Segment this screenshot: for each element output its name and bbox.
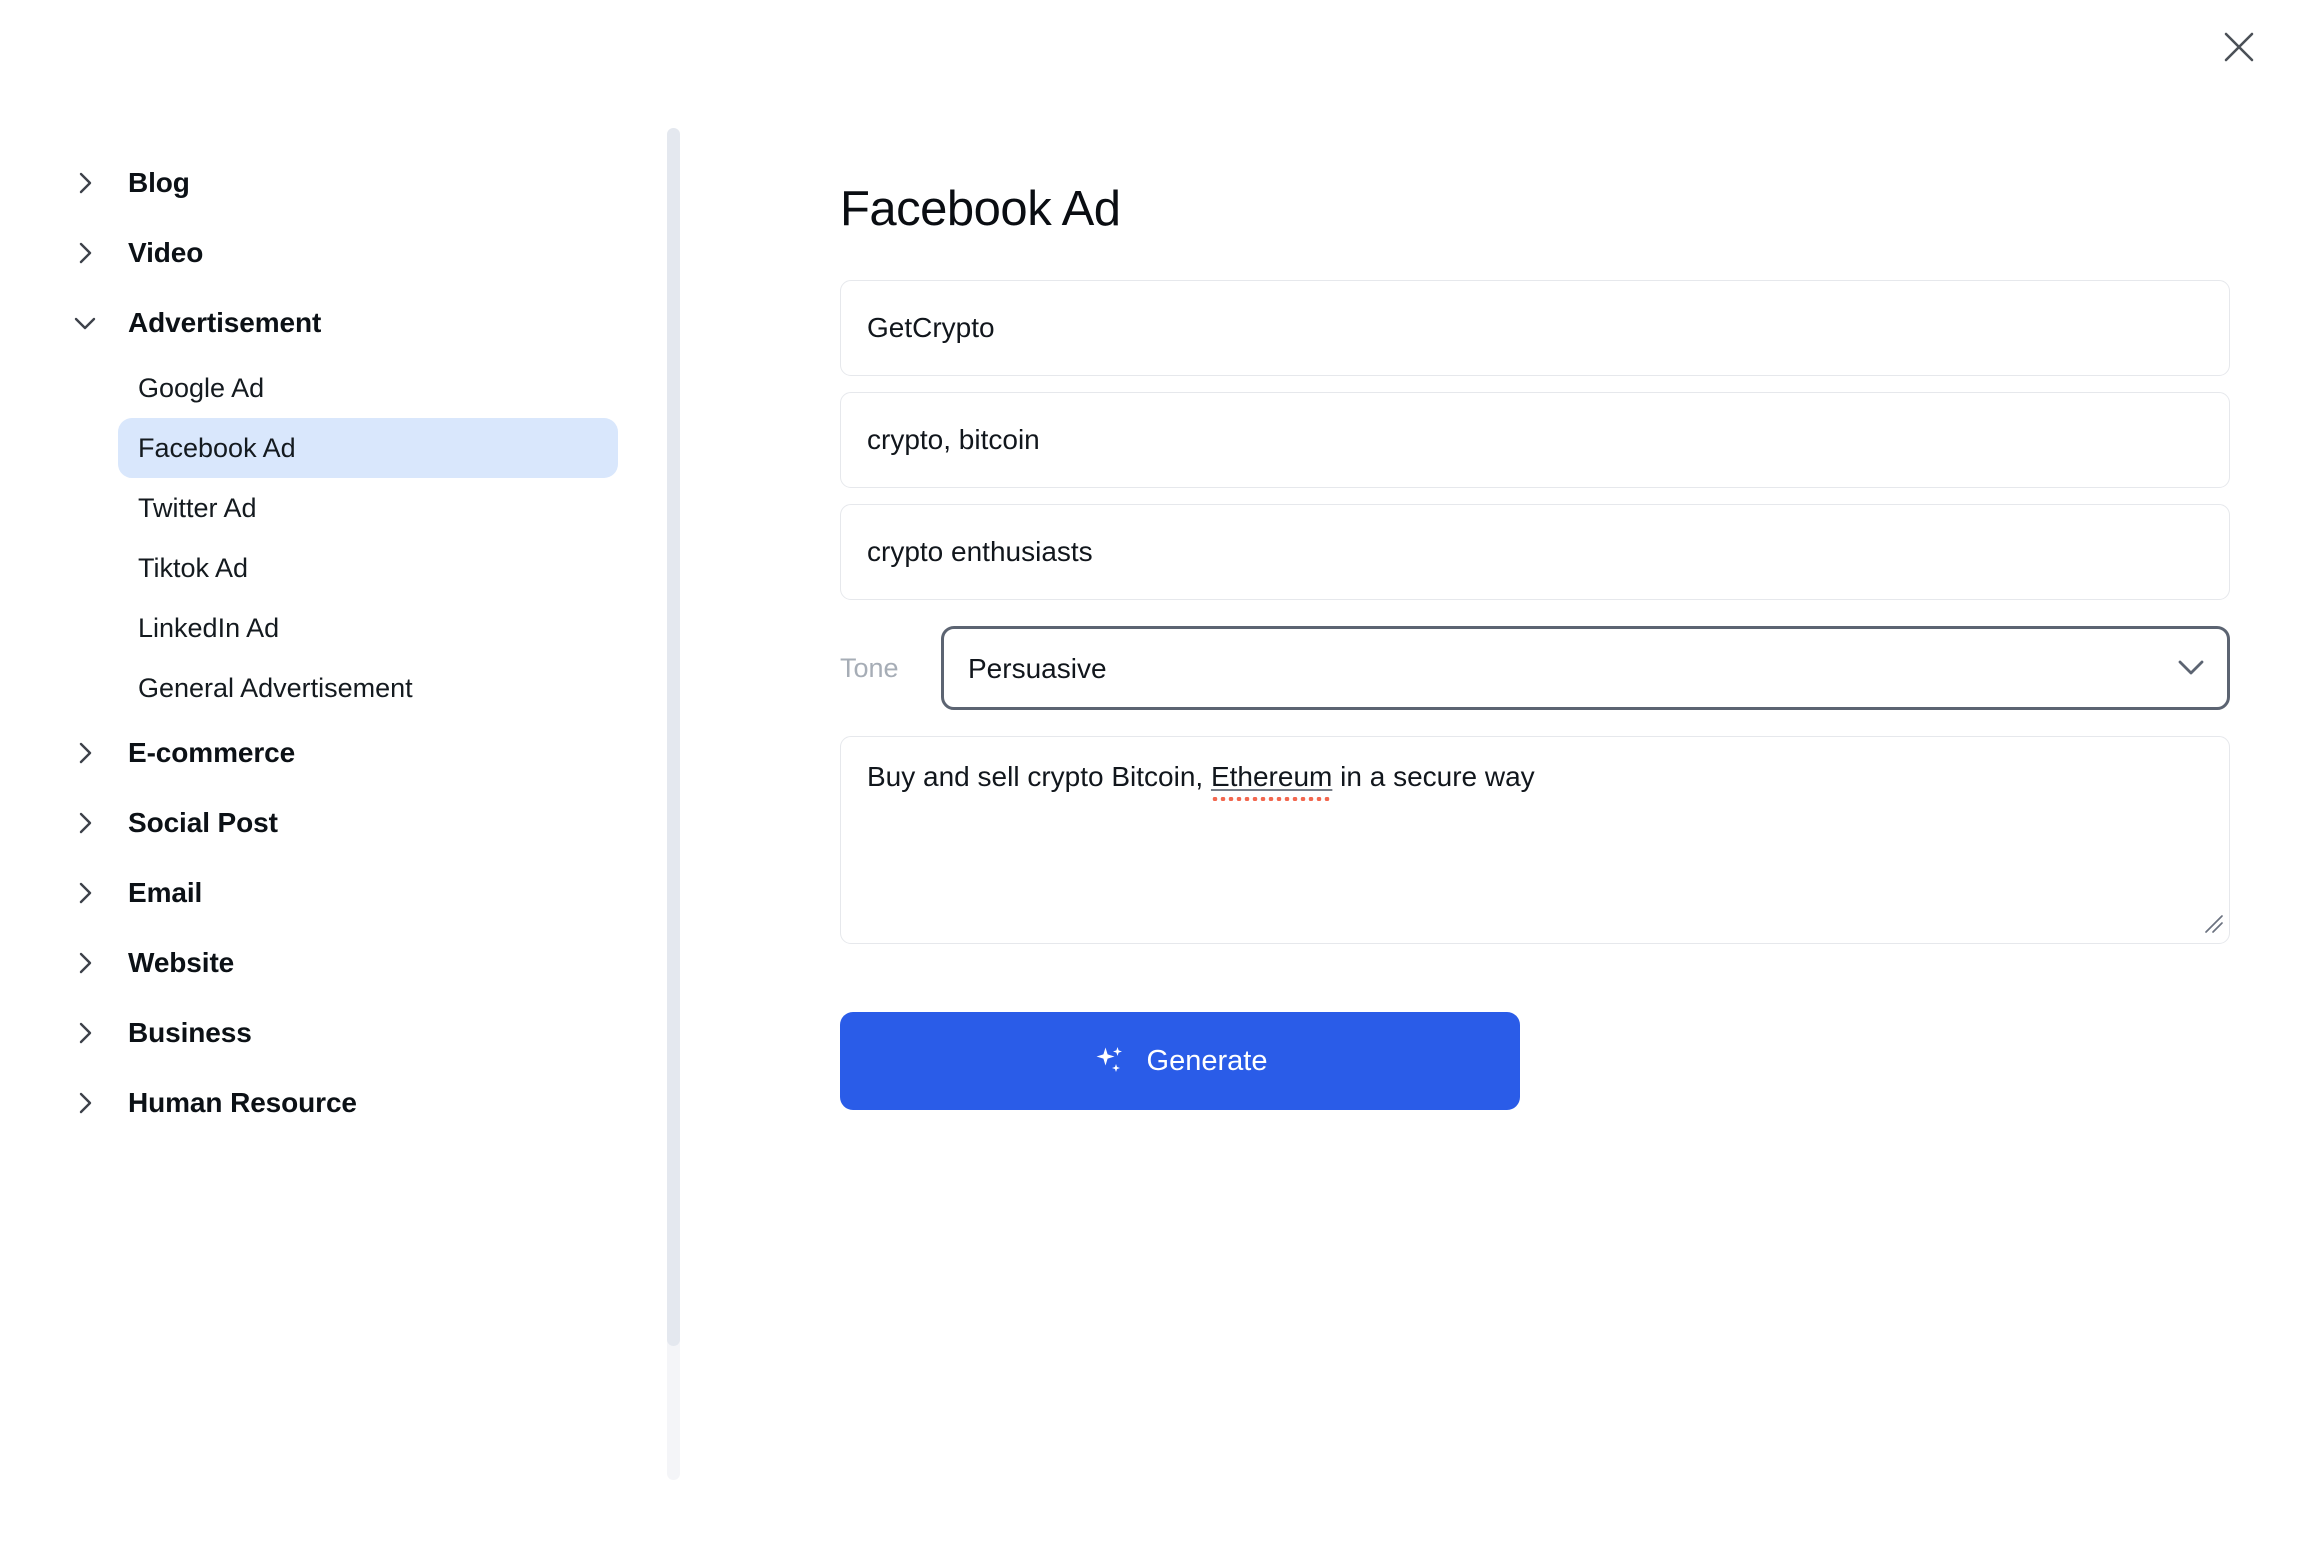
keywords-input[interactable] <box>840 392 2230 488</box>
sidebar-group-label: Social Post <box>128 807 278 838</box>
sidebar-group-label: E-commerce <box>128 737 296 768</box>
sidebar-item-google-ad[interactable]: Google Ad <box>118 358 618 418</box>
ad-form: Tone Persuasive Buy and sell crypto Bitc… <box>840 280 2230 1110</box>
sidebar-group-blog[interactable]: Blog <box>0 148 700 218</box>
sidebar-group: Business <box>0 998 700 1068</box>
sidebar-group: Human Resource <box>0 1068 700 1138</box>
sidebar-item-linkedin-ad[interactable]: LinkedIn Ad <box>118 598 618 658</box>
sidebar-group: Advertisement Google Ad Facebook Ad Twitter… <box>0 288 700 718</box>
sidebar-item-label: General Advertisement <box>138 672 413 703</box>
sidebar-group-label: Blog <box>128 167 190 198</box>
sidebar-group-email[interactable]: Email <box>0 858 700 928</box>
product-name-input[interactable] <box>840 280 2230 376</box>
sidebar-item-label: Tiktok Ad <box>138 552 249 583</box>
description-area: Buy and sell crypto Bitcoin, Ethereum in… <box>840 736 2230 944</box>
sparkle-icon <box>1093 1044 1127 1078</box>
sidebar-group-social-post[interactable]: Social Post <box>0 788 700 858</box>
sidebar-group-label: Business <box>128 1017 252 1048</box>
chevron-right-icon <box>70 948 100 978</box>
generate-button-label: Generate <box>1146 1044 1268 1077</box>
sidebar-group-business[interactable]: Business <box>0 998 700 1068</box>
sidebar-item-label: LinkedIn Ad <box>138 612 280 643</box>
sidebar-group: Video <box>0 218 700 288</box>
chevron-right-icon <box>70 1088 100 1118</box>
sidebar-item-twitter-ad[interactable]: Twitter Ad <box>118 478 618 538</box>
sidebar-group: Email <box>0 858 700 928</box>
sidebar-group: Social Post <box>0 788 700 858</box>
tone-select-wrapper: Persuasive <box>941 626 2230 710</box>
facebook-ad-modal: Blog Video Advertisement Google Ad Facebook … <box>0 0 2298 1542</box>
sidebar-item-tiktok-ad[interactable]: Tiktok Ad <box>118 538 618 598</box>
sidebar-group-video[interactable]: Video <box>0 218 700 288</box>
generate-button[interactable]: Generate <box>840 1012 1520 1110</box>
sidebar-scrollbar-thumb[interactable] <box>667 128 680 1346</box>
category-list: Blog Video Advertisement Google Ad Facebook … <box>0 148 700 1138</box>
sidebar-group-label: Advertisement <box>128 307 322 338</box>
sidebar-group-label: Video <box>128 237 204 268</box>
tone-select[interactable]: Persuasive <box>941 626 2230 710</box>
sidebar-item-label: Facebook Ad <box>138 432 296 463</box>
sidebar-group-label: Human Resource <box>128 1087 357 1118</box>
sidebar-group-human-resource[interactable]: Human Resource <box>0 1068 700 1138</box>
sidebar-group-label: Website <box>128 947 235 978</box>
category-sidebar: Blog Video Advertisement Google Ad Facebook … <box>0 0 700 1542</box>
sidebar-group-label: Email <box>128 877 203 908</box>
sidebar-group: E-commerce <box>0 718 700 788</box>
sidebar-group-website[interactable]: Website <box>0 928 700 998</box>
chevron-right-icon <box>70 238 100 268</box>
sidebar-group-advertisement[interactable]: Advertisement <box>0 288 700 358</box>
sidebar-group-e-commerce[interactable]: E-commerce <box>0 718 700 788</box>
chevron-down-icon <box>70 308 100 338</box>
sidebar-item-label: Twitter Ad <box>138 492 257 523</box>
chevron-right-icon <box>70 738 100 768</box>
sidebar-item-label: Google Ad <box>138 372 265 403</box>
sidebar-item-general-advertisement[interactable]: General Advertisement <box>118 658 618 718</box>
page-title: Facebook Ad <box>840 181 1121 236</box>
tone-label: Tone <box>840 652 899 683</box>
tone-row: Tone Persuasive <box>840 616 2230 720</box>
description-textarea[interactable] <box>840 736 2230 944</box>
sidebar-group: Blog <box>0 148 700 218</box>
main-panel: Facebook Ad Tone Persuasive <box>700 0 2298 1542</box>
sidebar-group: Website <box>0 928 700 998</box>
chevron-right-icon <box>70 878 100 908</box>
chevron-right-icon <box>70 1018 100 1048</box>
audience-input[interactable] <box>840 504 2230 600</box>
sidebar-item-facebook-ad[interactable]: Facebook Ad <box>118 418 618 478</box>
chevron-right-icon <box>70 808 100 838</box>
chevron-right-icon <box>70 168 100 198</box>
